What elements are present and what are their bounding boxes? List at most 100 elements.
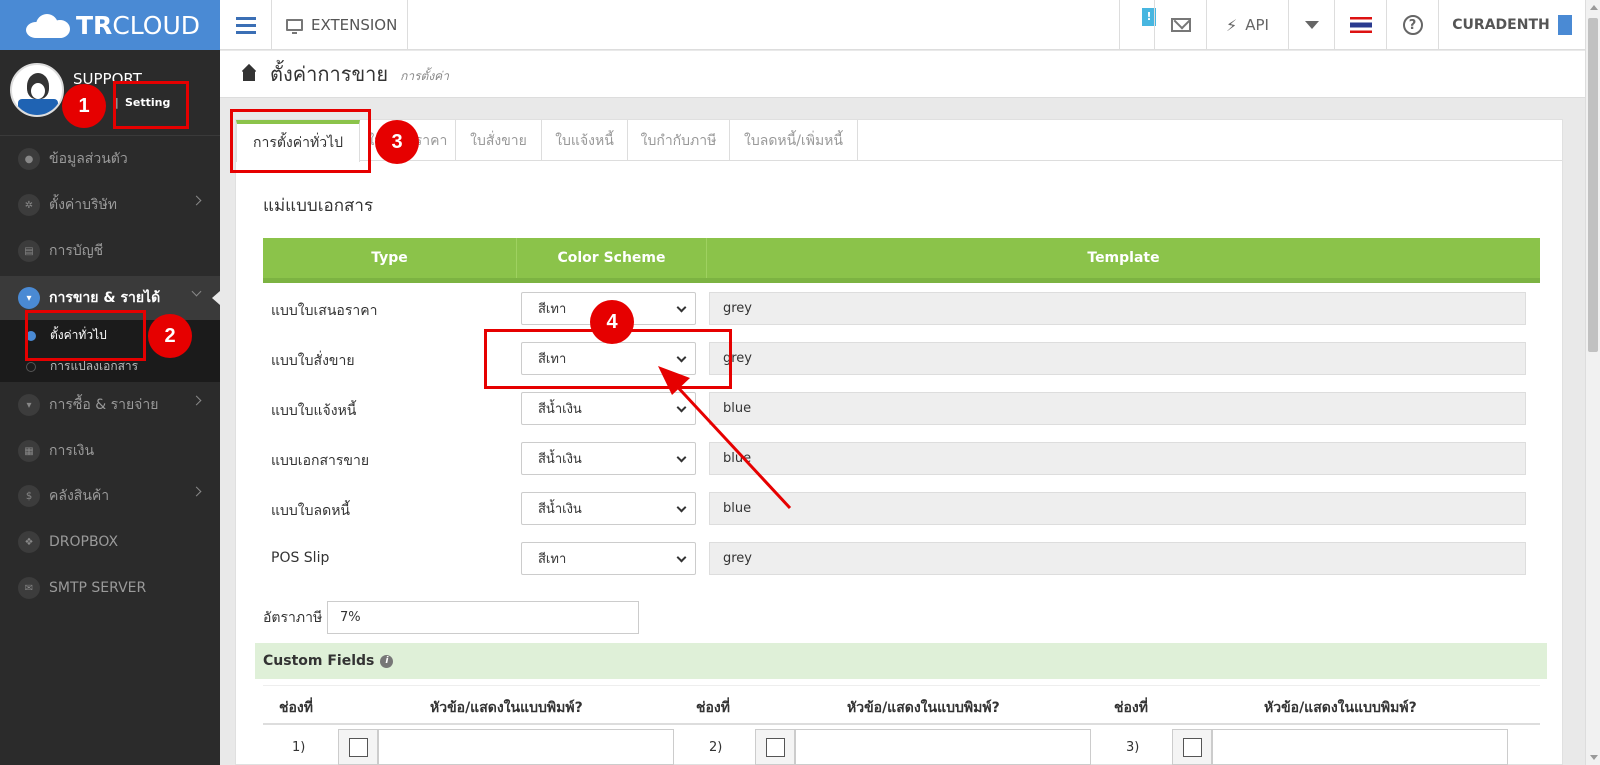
table-row: แบบใบลดหนี้ สีน้ำเงิน blue: [263, 483, 1540, 533]
sidebar-item-label: DROPBOX: [49, 534, 119, 550]
chevron-down-icon: [1304, 21, 1319, 29]
sidebar-item-label: การขาย & รายได้: [49, 290, 161, 306]
active-indicator: [212, 291, 220, 305]
home-icon[interactable]: [240, 66, 258, 82]
mail-button[interactable]: [1154, 0, 1206, 50]
logo-text: TRCLOUD: [76, 10, 201, 40]
tab-credit-debit-note[interactable]: ใบลดหนี้/เพิ่มหนี้: [730, 120, 858, 161]
sidebar-item-label: คลังสินค้า: [49, 488, 110, 504]
tab-invoice[interactable]: ใบแจ้งหนี้: [542, 120, 628, 161]
template-value-field: grey: [709, 292, 1526, 325]
chevron-down-icon: [191, 286, 202, 297]
sidebar-item-dropbox[interactable]: ❖ DROPBOX: [0, 520, 220, 564]
color-scheme-select[interactable]: สีเทา: [521, 542, 696, 575]
template-value-field: grey: [709, 342, 1526, 375]
tax-rate-input[interactable]: 7%: [327, 601, 639, 634]
tab-tax-invoice[interactable]: ใบกำกับภาษี: [628, 120, 730, 161]
sidebar-item-label: การซื้อ & รายจ่าย: [49, 397, 159, 413]
dropdown-button[interactable]: [1288, 0, 1334, 50]
avatar: [10, 63, 64, 117]
user-icon: ●: [18, 148, 40, 170]
sidebar: SUPPORT | Setting ● ข้อมูลส่วนตัว ✲ ตั้ง…: [0, 50, 220, 765]
column-header-color-scheme: Color Scheme: [517, 238, 707, 278]
custom-field-input[interactable]: [795, 729, 1091, 765]
chevron-down-icon: [676, 452, 687, 463]
color-scheme-select[interactable]: สีน้ำเงิน: [521, 442, 696, 475]
select-value: สีน้ำเงิน: [538, 502, 582, 517]
settings-card: การตั้งค่าทั่วไป ใบเสนอราคา ใบสั่งขาย ใบ…: [235, 119, 1563, 765]
logo[interactable]: TRCLOUD: [0, 0, 220, 50]
page-header: ตั้งค่าการขาย การตั้งค่า: [220, 51, 1585, 98]
info-icon[interactable]: i: [380, 654, 394, 668]
chevron-down-icon: [676, 552, 687, 563]
print-checkbox[interactable]: [755, 729, 795, 765]
building-icon: [1557, 15, 1572, 35]
section-title: แม่แบบเอกสาร: [263, 196, 374, 216]
custom-field-input[interactable]: [378, 729, 674, 765]
help-icon: ?: [1402, 15, 1423, 35]
api-button[interactable]: ⚡ API: [1206, 0, 1288, 50]
row-type-label: แบบใบแจ้งหนี้: [271, 403, 357, 419]
extension-label: EXTENSION: [311, 16, 398, 34]
row-type-label: แบบเอกสารขาย: [271, 453, 370, 469]
chevron-down-icon: [676, 402, 687, 413]
sidebar-item-inventory[interactable]: $ คลังสินค้า: [0, 474, 220, 518]
sidebar-item-label: SMTP SERVER: [49, 580, 147, 596]
column-header-title: หัวข้อ/แสดงในแบบพิมพ์?: [1264, 700, 1417, 716]
table-row: 1) 2) 3): [263, 727, 1540, 765]
select-value: สีเทา: [538, 302, 567, 317]
chevron-right-icon: [191, 395, 202, 406]
column-header-title: หัวข้อ/แสดงในแบบพิมพ์?: [847, 700, 1000, 716]
step-marker-1: 1: [62, 84, 106, 128]
color-scheme-select[interactable]: สีน้ำเงิน: [521, 492, 696, 525]
slot-number: 3): [1126, 740, 1140, 755]
tab-bar: การตั้งค่าทั่วไป ใบเสนอราคา ใบสั่งขาย ใบ…: [236, 120, 1562, 162]
sidebar-item-label: การบัญชี: [49, 243, 104, 259]
page-scrollbar[interactable]: [1585, 0, 1600, 765]
thai-flag-icon: [1349, 17, 1372, 33]
help-button[interactable]: ?: [1386, 0, 1438, 50]
api-label: API: [1245, 16, 1269, 34]
scroll-down-icon[interactable]: [1590, 755, 1598, 760]
mail-icon: ✉: [18, 577, 40, 599]
dropbox-icon: ❖: [18, 531, 40, 553]
top-bar: TRCLOUD EXTENSION ! ⚡ API ? CURADENTH: [0, 0, 1585, 50]
mail-icon: [1170, 18, 1191, 32]
custom-field-input[interactable]: [1212, 729, 1508, 765]
column-header-title: หัวข้อ/แสดงในแบบพิมพ์?: [430, 700, 583, 716]
column-header-type: Type: [263, 238, 517, 278]
sidebar-item-smtp-server[interactable]: ✉ SMTP SERVER: [0, 566, 220, 610]
sidebar-item-finance[interactable]: ▦ การเงิน: [0, 429, 220, 473]
sidebar-item-company-settings[interactable]: ✲ ตั้งค่าบริษัท: [0, 183, 220, 227]
custom-fields-header: Custom Fields i: [255, 643, 1547, 679]
sidebar-item-accounting[interactable]: ▤ การบัญชี: [0, 229, 220, 273]
column-header-slot: ช่องที่: [279, 700, 313, 716]
company-name: CURADENTH: [1452, 17, 1550, 33]
table-row: แบบใบแจ้งหนี้ สีน้ำเงิน blue: [263, 383, 1540, 433]
color-scheme-select[interactable]: สีน้ำเงิน: [521, 392, 696, 425]
scroll-up-icon[interactable]: [1590, 5, 1598, 10]
extension-button[interactable]: EXTENSION: [272, 0, 408, 50]
row-type-label: แบบใบเสนอราคา: [271, 303, 378, 319]
sidebar-item-purchases[interactable]: ▾ การซื้อ & รายจ่าย: [0, 383, 220, 427]
cloud-logo-icon: [26, 12, 72, 38]
monitor-icon: [286, 19, 303, 34]
select-value: สีน้ำเงิน: [538, 402, 582, 417]
template-table-header: Type Color Scheme Template: [263, 238, 1540, 283]
column-header-slot: ช่องที่: [696, 700, 730, 716]
row-type-label: POS Slip: [271, 550, 330, 566]
menu-toggle-button[interactable]: [220, 0, 272, 50]
dot-icon: [26, 362, 36, 372]
calendar-icon: ▦: [18, 440, 40, 462]
print-checkbox[interactable]: [1172, 729, 1212, 765]
row-type-label: แบบใบลดหนี้: [271, 503, 350, 519]
scroll-thumb[interactable]: [1588, 18, 1598, 352]
company-menu[interactable]: CURADENTH: [1438, 0, 1585, 50]
sidebar-item-label: ข้อมูลส่วนตัว: [49, 151, 128, 167]
print-checkbox[interactable]: [338, 729, 378, 765]
language-button[interactable]: [1334, 0, 1386, 50]
tab-sales-order[interactable]: ใบสั่งขาย: [456, 120, 542, 161]
plug-icon: ⚡: [1226, 15, 1238, 35]
highlight-box-tab: [230, 109, 371, 173]
sidebar-item-profile[interactable]: ● ข้อมูลส่วนตัว: [0, 137, 220, 181]
